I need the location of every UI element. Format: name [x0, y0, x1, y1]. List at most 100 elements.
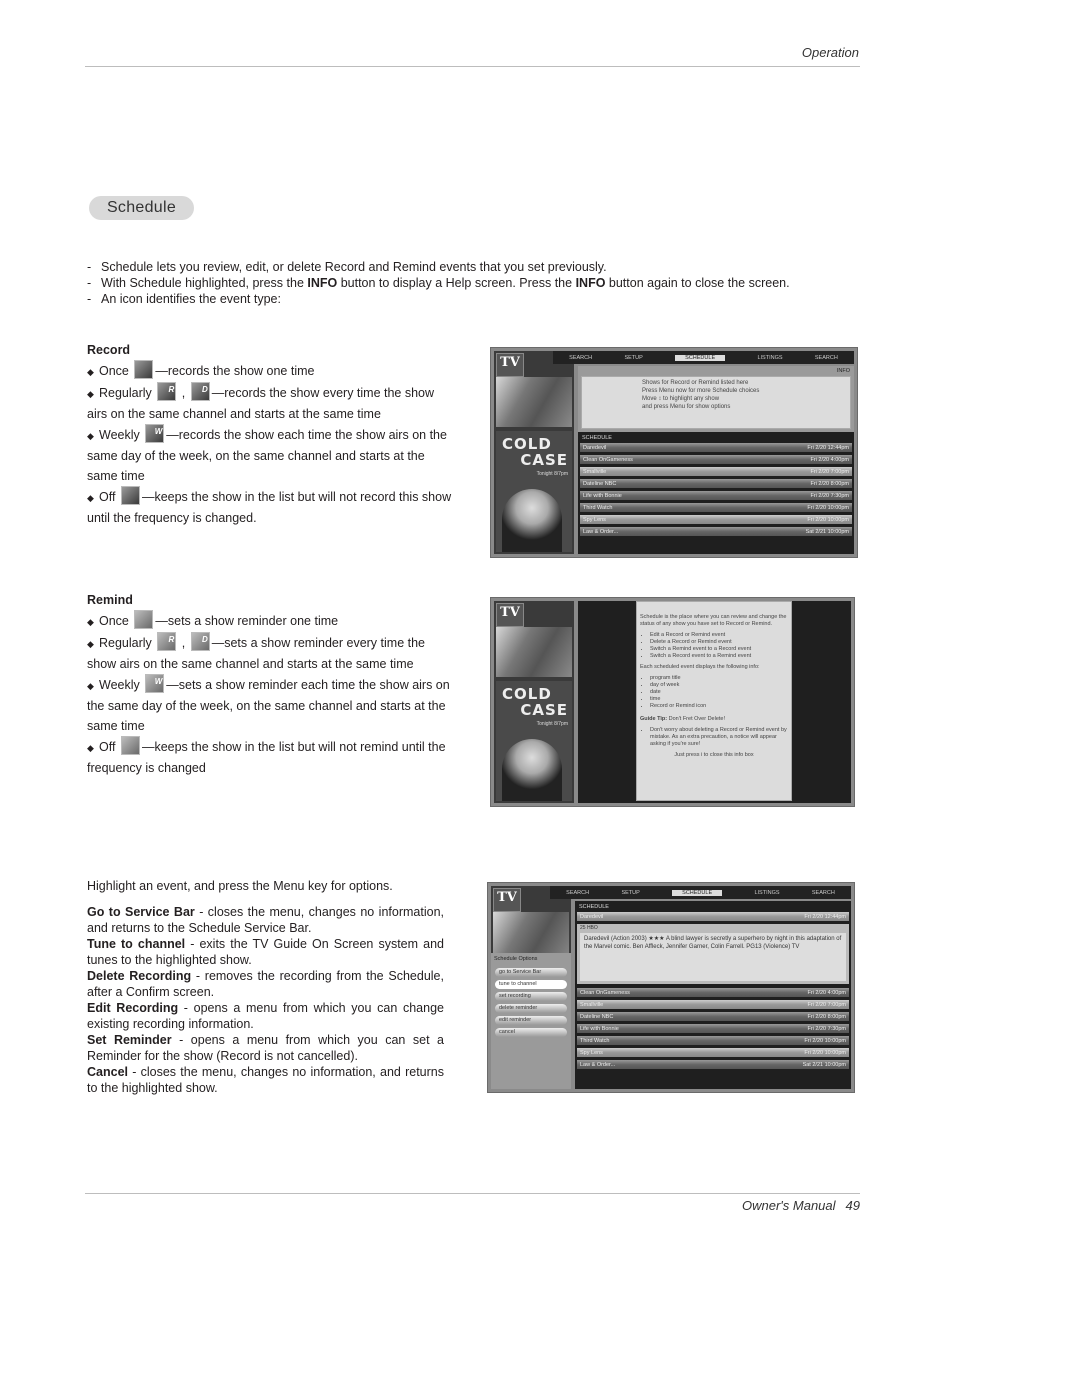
remind-items: ◆ Once —sets a show reminder one time ◆ Reg… [87, 610, 457, 778]
help-text: Shows for Record or Remind listed here Pr… [581, 376, 851, 429]
schedule-option-item[interactable]: tune to channel [495, 980, 567, 989]
help-info-box: Schedule is the place where you can revi… [636, 601, 792, 801]
frequency-label: Regularly [99, 636, 152, 650]
tv-nav-item[interactable]: SEARCH [812, 890, 835, 896]
remind-item: ◆ Off —keeps the show in the list but wil… [87, 736, 457, 778]
diamond-bullet-icon: ◆ [87, 389, 94, 399]
tv-nav-item[interactable]: SCHEDULE [675, 354, 726, 361]
tv-screenshot-help: TV COLD CASE Tonight 8/7pm Schedule is t… [490, 597, 855, 807]
schedule-row[interactable]: Law & Order... Sat 2/21 10:00pm [580, 527, 852, 536]
schedule-option-item[interactable]: cancel [495, 1028, 567, 1037]
schedule-row[interactable]: Third Watch Fri 2/20 10:00pm [580, 503, 852, 512]
help-bullets: Edit a Record or Remind eventDelete a Re… [640, 632, 788, 660]
remind-item: ◆ Once —sets a show reminder one time [87, 610, 457, 632]
frequency-description: —records the show each time the show air… [87, 428, 447, 483]
schedule-header: SCHEDULE [582, 435, 612, 441]
schedule-option-item[interactable]: delete reminder [495, 1004, 567, 1013]
show-title: Life with Bonnie [580, 1025, 619, 1032]
tip-bullet: Don't worry about deleting a Record or R… [650, 727, 788, 748]
remind-item: ◆ Regularly R , D —sets a show reminder ev… [87, 632, 457, 674]
info-button-label: INFO [575, 276, 606, 290]
video-thumbnail [496, 627, 572, 677]
help-bullet: Edit a Record or Remind event [650, 632, 788, 639]
show-time: Fri 2/20 12:44pm [807, 444, 849, 451]
ad-title-2: CASE [520, 451, 568, 469]
option-term: Delete Recording [87, 969, 192, 983]
show-time: Fri 2/20 10:00pm [807, 504, 849, 511]
schedule-option-item[interactable]: go to Service Bar [495, 968, 567, 977]
tv-nav-item[interactable]: SETUP [624, 355, 642, 361]
tv-nav-item[interactable]: SETUP [621, 890, 639, 896]
tv-nav-bar: SEARCH SETUP SCHEDULE LISTINGS SEARCH [550, 886, 851, 899]
option-description: Tune to channel - exits the TV Guide On … [87, 936, 444, 968]
record-off-icon [120, 486, 140, 505]
section-label: Operation [801, 45, 859, 60]
schedule-header: SCHEDULE [579, 904, 609, 910]
schedule-list: SCHEDULE Daredevil Fri 2/20 12:44pm Clean … [578, 432, 854, 554]
schedule-row[interactable]: Life with Bonnie Fri 2/20 7:30pm [577, 1024, 849, 1033]
remind-heading: Remind [87, 593, 133, 607]
record-items: ◆ Once —records the show one time ◆ Regular… [87, 360, 457, 528]
schedule-row[interactable]: Law & Order... Sat 2/21 10:00pm [577, 1060, 849, 1069]
show-time: Fri 2/20 8:00pm [807, 1013, 846, 1020]
schedule-row[interactable]: Clean OnGameness Fri 2/20 4:00pm [577, 988, 849, 997]
ad-portrait [502, 489, 562, 552]
show-title: Third Watch [580, 1037, 610, 1044]
record-once-icon [134, 360, 154, 379]
show-title: Clean OnGameness [583, 456, 633, 463]
show-title: Spy Lens [580, 1049, 603, 1056]
tv-nav-item[interactable]: SEARCH [569, 355, 592, 361]
record-regular-d-icon: D [190, 382, 210, 401]
record-item: ◆ Off —keeps the show in the list but wil… [87, 486, 457, 528]
option-term: Set Reminder [87, 1033, 172, 1047]
record-weekly-icon: W [145, 424, 165, 443]
schedule-row[interactable]: Dateline NBC Fri 2/20 8:00pm [577, 1012, 849, 1021]
help-mid: Each scheduled event displays the follow… [640, 664, 760, 670]
ad-panel: COLD CASE Tonight 8/7pm [496, 681, 572, 801]
show-time: Sat 2/21 10:00pm [805, 528, 849, 535]
show-time: Sat 2/21 10:00pm [802, 1061, 846, 1068]
schedule-row[interactable]: Smallville Fri 2/20 7:00pm [580, 467, 852, 476]
frequency-description: —keeps the show in the list but will not… [87, 490, 452, 525]
footer: Owner's Manual 49 [742, 1198, 860, 1213]
show-title: Dateline NBC [583, 480, 617, 487]
record-section: Record ◆ Once —records the show one time ◆… [87, 340, 457, 528]
schedule-row[interactable]: Spy Lens Fri 2/20 10:00pm [577, 1048, 849, 1057]
tv-left-column: TV COLD CASE Tonight 8/7pm [494, 351, 574, 554]
icon-letter: D [201, 385, 208, 394]
remind-item: ◆ Weekly W —sets a show reminder each time… [87, 674, 457, 736]
intro-text: An icon identifies the event type: [101, 292, 281, 306]
show-title: Smallville [580, 1001, 604, 1008]
schedule-row[interactable]: Smallville Fri 2/20 7:00pm [577, 1000, 849, 1009]
schedule-row[interactable]: Daredevil Fri 2/20 12:44pm [580, 443, 852, 452]
options-list: Go to Service Bar - closes the menu, cha… [87, 904, 444, 1096]
tv-nav-item[interactable]: LISTINGS [757, 355, 782, 361]
info-button-label: INFO [307, 276, 338, 290]
tv-nav-item[interactable]: SEARCH [566, 890, 589, 896]
schedule-option-item[interactable]: edit reminder [495, 1016, 567, 1025]
show-time: Fri 2/20 7:30pm [810, 492, 849, 499]
frequency-label: Weekly [99, 428, 140, 442]
schedule-row[interactable]: Life with Bonnie Fri 2/20 7:30pm [580, 491, 852, 500]
remind-off-icon [120, 736, 140, 755]
help-bullet: program title [650, 675, 788, 682]
schedule-row[interactable]: Dateline NBC Fri 2/20 8:00pm [580, 479, 852, 488]
help-intro: Schedule is the place where you can revi… [640, 614, 787, 627]
diamond-bullet-icon: ◆ [87, 617, 94, 627]
tv-nav-item[interactable]: SCHEDULE [672, 889, 723, 896]
schedule-row[interactable]: Spy Lens Fri 2/20 10:00pm [580, 515, 852, 524]
schedule-option-item[interactable]: set recording [495, 992, 567, 1001]
schedule-row[interactable]: Third Watch Fri 2/20 10:00pm [577, 1036, 849, 1045]
schedule-row[interactable]: Clean OnGameness Fri 2/20 4:00pm [580, 455, 852, 464]
selected-show-row[interactable]: Daredevil Fri 2/20 12:44pm [577, 912, 849, 921]
ad-tune-in: Tonight 8/7pm [536, 471, 568, 477]
tv-nav-item[interactable]: LISTINGS [754, 890, 779, 896]
tv-nav-bar: SEARCH SETUP SCHEDULE LISTINGS SEARCH [553, 351, 854, 364]
option-desc: - closes the menu, changes no informatio… [87, 1065, 444, 1095]
tv-nav-item[interactable]: SEARCH [815, 355, 838, 361]
close-hint: Just press i to close this info box [674, 752, 754, 758]
diamond-bullet-icon: ◆ [87, 431, 94, 441]
show-title: Law & Order... [580, 1061, 616, 1068]
option-term: Cancel [87, 1065, 128, 1079]
video-thumbnail [496, 377, 572, 427]
